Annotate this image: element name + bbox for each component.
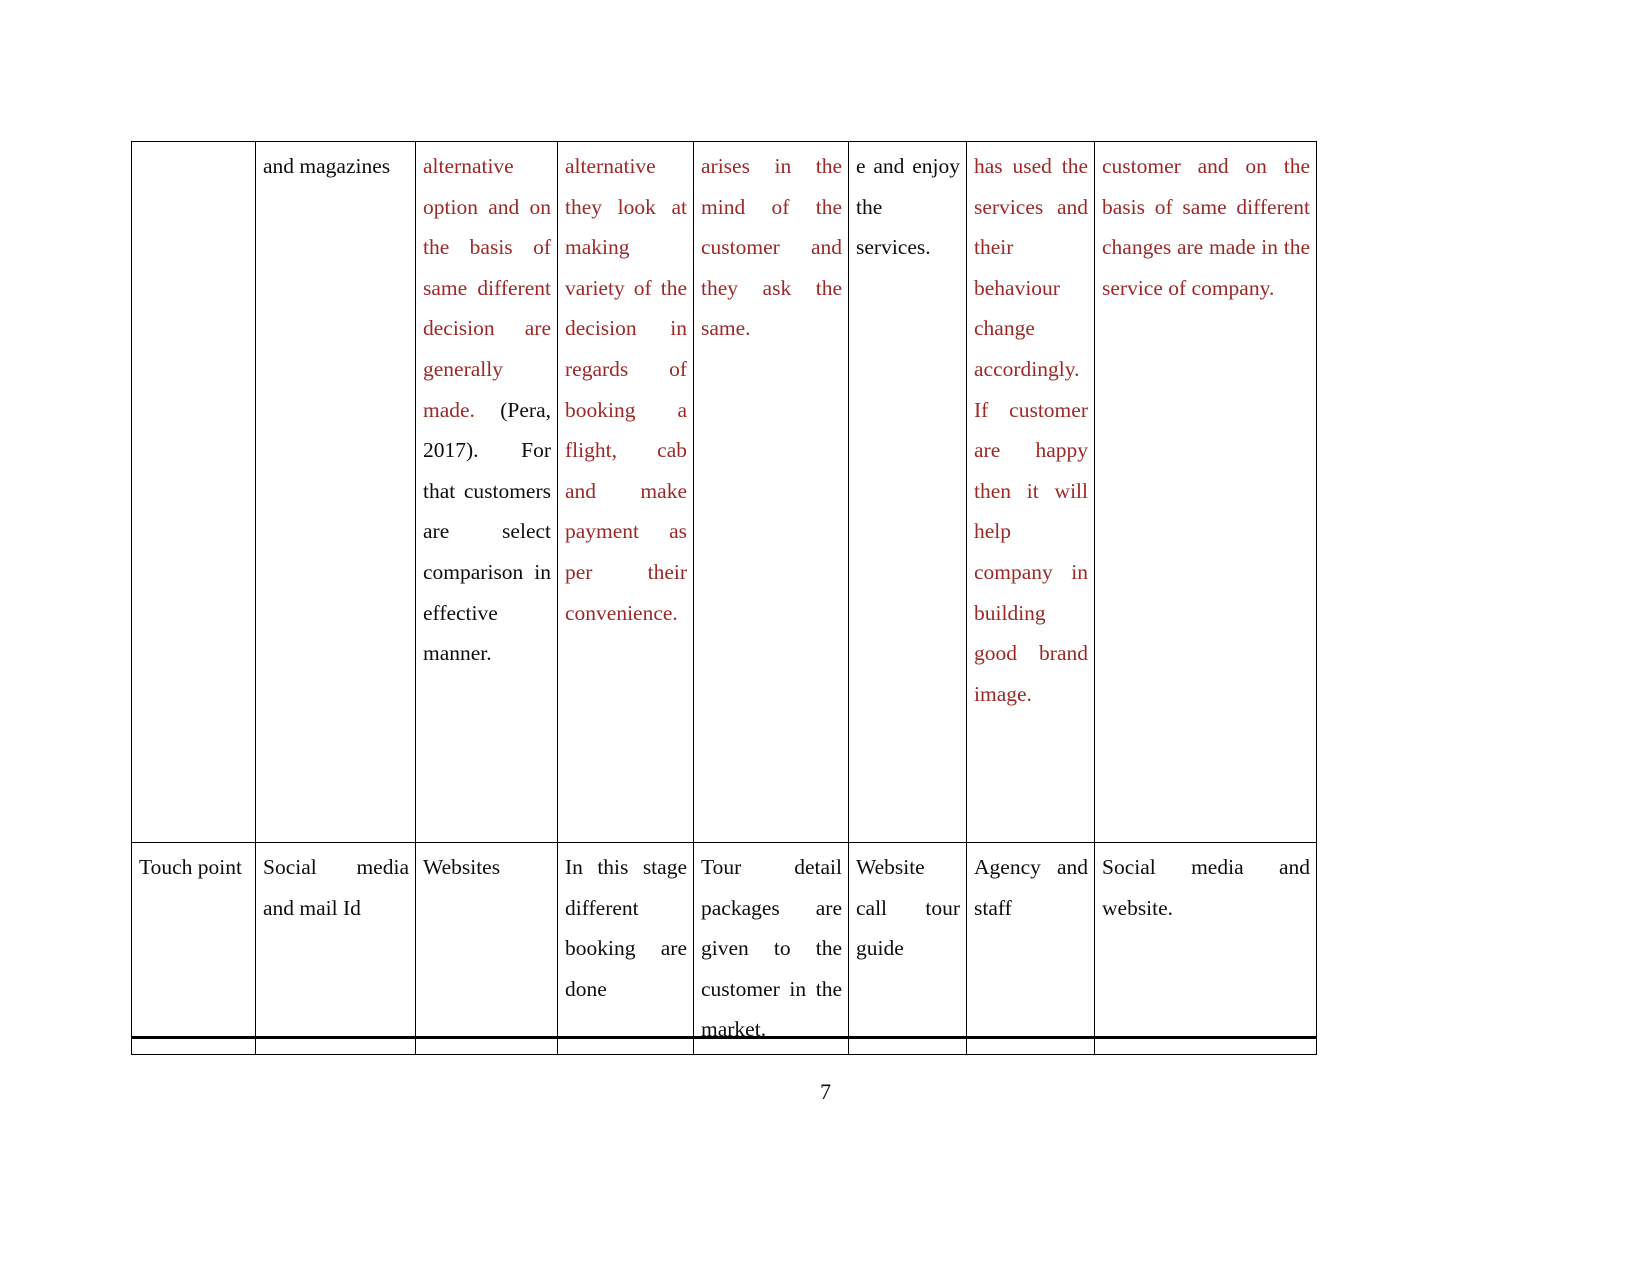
page-number: 7	[820, 1079, 831, 1104]
cell-text: Agency and staff	[974, 855, 1088, 920]
cell-r2-c7: Agency and staff	[966, 842, 1095, 1055]
cell-r1-c6: e and enjoy the services.	[848, 141, 967, 843]
cell-text: customer and on the basis of same differ…	[1102, 154, 1310, 300]
table-row: Touch point Social media and mail Id Web…	[131, 842, 1317, 1055]
cell-text-black: (Pera, 2017). For that customers are sel…	[423, 397, 551, 666]
cell-text: alternative they look at making variety …	[565, 154, 687, 625]
data-table: and magazines alternative option and on …	[131, 141, 1317, 1055]
cell-r2-c1: Touch point	[131, 842, 256, 1055]
document-page: and magazines alternative option and on …	[0, 0, 1651, 1275]
cell-r1-c1	[131, 141, 256, 843]
cell-text: Social media and mail Id	[263, 855, 409, 920]
cell-r2-c5: Tour detail packages are given to the cu…	[693, 842, 849, 1055]
cell-r2-c8: Social media and website.	[1094, 842, 1317, 1055]
cell-text: Social media and website.	[1102, 855, 1310, 920]
cell-r2-c2: Social media and mail Id	[255, 842, 416, 1055]
cell-r1-c7: has used the services and their behaviou…	[966, 141, 1095, 843]
cell-text: arises in the mind of the customer and t…	[701, 154, 842, 341]
cell-text: In this stage different booking are done	[565, 855, 687, 1001]
cell-text: Website call tour guide	[856, 855, 960, 961]
cell-text: Tour detail packages are given to the cu…	[701, 855, 842, 1042]
table-row: and magazines alternative option and on …	[131, 141, 1317, 843]
cell-text: e and enjoy the services.	[856, 154, 960, 260]
cell-r2-c4: In this stage different booking are done	[557, 842, 694, 1055]
cell-text-red: alternative option and on the basis of s…	[423, 154, 551, 422]
cell-text: and magazines	[263, 154, 391, 178]
cell-r2-c3: Websites	[415, 842, 558, 1055]
cell-r1-c4: alternative they look at making variety …	[557, 141, 694, 843]
cell-r1-c2: and magazines	[255, 141, 416, 843]
cell-text: has used the services and their behaviou…	[974, 154, 1088, 706]
cell-text: alternative option and on the basis of s…	[423, 146, 551, 674]
cell-text: Touch point	[139, 855, 242, 879]
cell-text: Websites	[423, 855, 501, 879]
cell-r1-c8: customer and on the basis of same differ…	[1094, 141, 1317, 843]
table-bottom-border	[131, 1036, 1317, 1039]
cell-r2-c6: Website call tour guide	[848, 842, 967, 1055]
cell-r1-c3: alternative option and on the basis of s…	[415, 141, 558, 843]
cell-r1-c5: arises in the mind of the customer and t…	[693, 141, 849, 843]
